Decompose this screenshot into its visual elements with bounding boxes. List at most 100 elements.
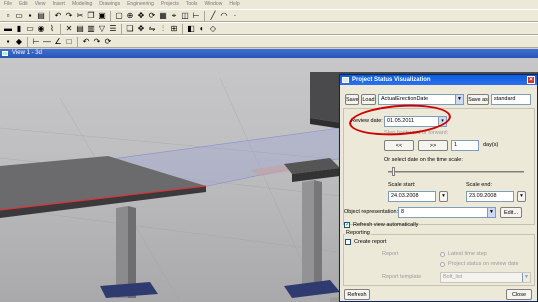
undo-icon[interactable]: ↶ bbox=[53, 11, 63, 21]
view-icon bbox=[2, 51, 8, 56]
close-button[interactable]: Close bbox=[506, 289, 532, 300]
arc-icon[interactable]: ◠ bbox=[219, 11, 229, 21]
column-icon[interactable]: ▮ bbox=[14, 24, 24, 34]
new-icon[interactable]: ▫ bbox=[3, 11, 13, 21]
save-button[interactable]: Save bbox=[345, 94, 359, 105]
report-template-value: Bolt_list bbox=[443, 274, 463, 280]
toolbar-separator bbox=[204, 10, 205, 21]
chevron-down-icon[interactable]: ▼ bbox=[487, 208, 495, 217]
view-titlebar[interactable]: View 1 - 3d bbox=[0, 49, 538, 58]
save-as-button[interactable]: Save as bbox=[467, 94, 489, 105]
rotate-icon[interactable]: ⟳ bbox=[147, 11, 157, 21]
weld-icon[interactable]: ⌇ bbox=[47, 24, 57, 34]
latest-time-step-radio[interactable] bbox=[440, 252, 445, 257]
undo-small-icon[interactable]: ↶ bbox=[81, 37, 91, 47]
step-forward-button[interactable]: >> bbox=[418, 140, 448, 151]
chevron-down-icon[interactable]: ▼ bbox=[522, 273, 530, 282]
report-label: Report bbox=[382, 251, 399, 257]
line-dim-icon[interactable]: — bbox=[42, 37, 52, 47]
load-button[interactable]: Load bbox=[361, 94, 376, 105]
angle-icon[interactable]: ∠ bbox=[53, 37, 63, 47]
pan-icon[interactable]: ✥ bbox=[136, 11, 146, 21]
menu-item[interactable]: Window bbox=[205, 1, 223, 7]
drawing-icon[interactable]: ▤ bbox=[75, 24, 85, 34]
bolt-icon[interactable]: ◉ bbox=[36, 24, 46, 34]
paste-icon[interactable]: ▣ bbox=[97, 11, 107, 21]
object-repr-value: 8 bbox=[401, 209, 405, 215]
step-back-button[interactable]: << bbox=[384, 140, 414, 151]
dimension-icon[interactable]: ⊢ bbox=[31, 37, 41, 47]
scale-start-input[interactable]: 24.03.2008 bbox=[388, 191, 436, 202]
cut-icon[interactable]: ✂ bbox=[75, 11, 85, 21]
close-icon[interactable]: × bbox=[527, 76, 535, 84]
scale-end-dropdown-icon[interactable]: ▾ bbox=[517, 191, 526, 202]
view-icon[interactable]: ◧ bbox=[186, 24, 196, 34]
project-status-radio[interactable] bbox=[440, 262, 445, 267]
select-icon[interactable]: ▢ bbox=[114, 11, 124, 21]
beam-icon[interactable]: ▬ bbox=[3, 24, 13, 34]
frame-icon[interactable]: □ bbox=[64, 37, 74, 47]
point-icon[interactable]: · bbox=[230, 11, 240, 21]
menu-item[interactable]: Edit bbox=[19, 1, 28, 7]
refresh-auto-checkbox[interactable]: ✓ bbox=[344, 222, 350, 228]
move-icon[interactable]: ✥ bbox=[136, 24, 146, 34]
refresh-button[interactable]: Refresh bbox=[344, 289, 370, 300]
snap-mid-icon[interactable]: ◆ bbox=[14, 37, 24, 47]
copy-object-icon[interactable]: ❏ bbox=[125, 24, 135, 34]
create-report-checkbox[interactable] bbox=[345, 239, 351, 245]
menu-item[interactable]: Projects bbox=[161, 1, 179, 7]
redo-icon[interactable]: ↷ bbox=[64, 11, 74, 21]
snap-icon[interactable]: ⌖ bbox=[169, 11, 179, 21]
latest-time-step-label: Latest time step bbox=[448, 251, 487, 257]
step-unit-label: day(s) bbox=[483, 142, 499, 148]
edit-button[interactable]: Edit... bbox=[500, 207, 522, 218]
preset-select[interactable]: ActualErectionDate ▼ bbox=[378, 94, 464, 105]
menu-item[interactable]: Tools bbox=[186, 1, 198, 7]
menu-item[interactable]: Insert bbox=[52, 1, 65, 7]
render-icon[interactable]: ◐ bbox=[197, 24, 207, 34]
zoom-icon[interactable]: ⊕ bbox=[125, 11, 135, 21]
toolbar-modeling: ▬ ▮ ▭ ◉ ⌇ ✕ ▤ ▥ ▽ ☰ ❏ ✥ ⇋ ⫶ ⊞ ◧ ◐ ◇ bbox=[0, 22, 538, 35]
time-scale-track bbox=[388, 171, 524, 173]
measure-icon[interactable]: ⊢ bbox=[191, 11, 201, 21]
open-icon[interactable]: ▭ bbox=[14, 11, 24, 21]
report-template-select[interactable]: Bolt_list ▼ bbox=[440, 272, 531, 283]
clash-icon[interactable]: ✕ bbox=[64, 24, 74, 34]
print-icon[interactable]: ▤ bbox=[36, 11, 46, 21]
combine-icon[interactable]: ⊞ bbox=[169, 24, 179, 34]
save-as-input[interactable]: standard bbox=[491, 94, 531, 105]
wireframe-icon[interactable]: ◇ bbox=[208, 24, 218, 34]
split-icon[interactable]: ⫶ bbox=[158, 24, 168, 34]
report-icon[interactable]: ▥ bbox=[86, 24, 96, 34]
dialog-titlebar[interactable]: Project Status Visualization × bbox=[340, 75, 537, 85]
chevron-down-icon[interactable]: ▼ bbox=[455, 95, 463, 104]
menu-item[interactable]: View bbox=[35, 1, 46, 7]
toolbar-separator bbox=[121, 23, 122, 34]
menu-item[interactable]: Engineering bbox=[127, 1, 154, 7]
plate-icon[interactable]: ▭ bbox=[25, 24, 35, 34]
filter-icon[interactable]: ▽ bbox=[97, 24, 107, 34]
copy-icon[interactable]: ❐ bbox=[86, 11, 96, 21]
object-repr-select[interactable]: 8 ▼ bbox=[398, 207, 496, 218]
object-repr-label: Object representation: bbox=[344, 209, 399, 215]
refresh-icon[interactable]: ⟳ bbox=[103, 37, 113, 47]
scale-end-input[interactable]: 23.09.2008 bbox=[466, 191, 514, 202]
save-icon[interactable]: ▪ bbox=[25, 11, 35, 21]
redo-small-icon[interactable]: ↷ bbox=[92, 37, 102, 47]
toolbar-separator bbox=[77, 36, 78, 47]
toolbar-separator bbox=[49, 10, 50, 21]
create-report-label: Create report bbox=[354, 239, 387, 245]
grid-icon[interactable]: ▦ bbox=[158, 11, 168, 21]
properties-icon[interactable]: ☰ bbox=[108, 24, 118, 34]
layer-icon[interactable]: ◫ bbox=[180, 11, 190, 21]
time-scale-slider[interactable] bbox=[392, 167, 395, 176]
menu-item[interactable]: Drawings bbox=[99, 1, 120, 7]
scale-start-dropdown-icon[interactable]: ▾ bbox=[439, 191, 448, 202]
step-count-input[interactable]: 1 bbox=[451, 140, 479, 151]
menu-item[interactable]: Modeling bbox=[72, 1, 92, 7]
snap-end-icon[interactable]: ▪ bbox=[3, 37, 13, 47]
menu-item[interactable]: File bbox=[4, 1, 12, 7]
mirror-icon[interactable]: ⇋ bbox=[147, 24, 157, 34]
line-icon[interactable]: ╱ bbox=[208, 11, 218, 21]
menu-item[interactable]: Help bbox=[229, 1, 239, 7]
